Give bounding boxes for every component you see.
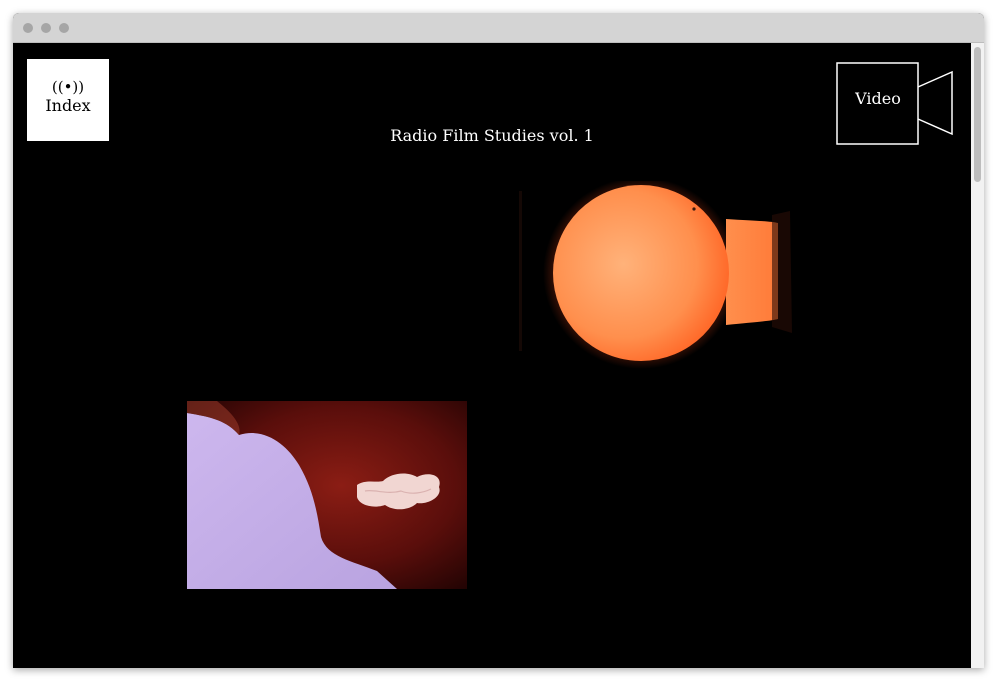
minimize-window-icon[interactable] — [41, 23, 51, 33]
radio-waves-icon: ((•)) — [51, 78, 85, 96]
index-label: Index — [45, 96, 91, 115]
page-title: Radio Film Studies vol. 1 — [390, 126, 594, 145]
video-label: Video — [855, 89, 901, 108]
video-button[interactable]: Video — [836, 62, 954, 146]
maximize-window-icon[interactable] — [59, 23, 69, 33]
page-viewport: ((•)) Index Radio Film Studies vol. 1 Vi… — [13, 43, 971, 668]
scrollbar-thumb[interactable] — [974, 47, 981, 182]
film-still-light-bulb[interactable] — [516, 181, 796, 386]
close-window-icon[interactable] — [23, 23, 33, 33]
film-still-cloud[interactable] — [187, 401, 467, 589]
browser-window: ((•)) Index Radio Film Studies vol. 1 Vi… — [13, 13, 984, 668]
vertical-scrollbar[interactable] — [971, 43, 984, 668]
window-titlebar — [13, 13, 984, 43]
